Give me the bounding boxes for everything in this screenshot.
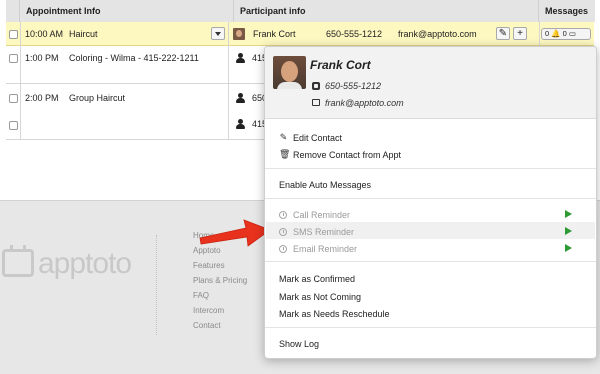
footer-link-plans[interactable]: Plans & Pricing <box>193 276 247 285</box>
person-icon <box>236 93 245 103</box>
menu-item-mark-needs-reschedule[interactable]: Mark as Needs Reschedule <box>279 309 390 319</box>
person-icon <box>236 53 245 63</box>
calendar-logo-icon <box>2 245 34 277</box>
person-icon <box>236 119 245 129</box>
menu-item-enable-auto-messages[interactable]: Enable Auto Messages <box>279 180 371 190</box>
appointment-dropdown-button[interactable] <box>211 27 225 40</box>
messages-count-button[interactable]: 0 🔔 0 ▭ <box>541 28 591 40</box>
envelope-icon <box>312 99 320 106</box>
footer-link-contact[interactable]: Contact <box>193 321 221 330</box>
menu-divider <box>265 168 596 169</box>
phone-icon <box>312 82 320 90</box>
column-divider <box>228 22 229 140</box>
row-checkbox[interactable] <box>9 121 18 130</box>
header-messages: Messages <box>539 0 595 22</box>
clock-icon <box>279 211 287 219</box>
contact-name: Frank Cort <box>310 58 371 72</box>
column-divider <box>20 22 21 140</box>
contact-photo <box>273 56 306 89</box>
row-checkbox[interactable] <box>9 30 18 39</box>
appointment-title: Group Haircut <box>69 93 126 103</box>
red-arrow-annotation <box>199 219 271 247</box>
contact-action-popover: Frank Cort 650-555-1212 frank@apptoto.co… <box>264 46 597 359</box>
header-appointment-info: Appointment Info <box>20 0 234 22</box>
column-divider <box>539 22 540 46</box>
appointment-time: 10:00 AM <box>25 29 64 39</box>
participant-email: frank@apptoto.com <box>398 29 477 39</box>
menu-item-show-log[interactable]: Show Log <box>279 339 319 349</box>
footer-divider <box>156 235 157 335</box>
header-participant-info: Participant info <box>234 0 539 22</box>
participant-name[interactable]: Frank Cort <box>253 29 296 39</box>
table-row[interactable]: 10:00 AM Haircut Frank Cort 650-555-1212… <box>6 22 594 46</box>
menu-item-remove-contact[interactable]: Remove Contact from Appt <box>293 150 401 160</box>
participant-avatar <box>233 28 245 40</box>
footer-link-intercom[interactable]: Intercom <box>193 306 224 315</box>
footer-link-features[interactable]: Features <box>193 261 225 270</box>
play-icon[interactable] <box>565 210 572 218</box>
play-icon[interactable] <box>565 244 572 252</box>
add-participant-button[interactable]: + <box>513 27 527 40</box>
row-checkbox[interactable] <box>9 94 18 103</box>
appointment-time: 2:00 PM <box>25 93 59 103</box>
menu-item-sms-reminder[interactable]: SMS Reminder <box>293 227 354 237</box>
menu-divider <box>265 261 596 262</box>
appointment-title: Haircut <box>69 29 98 39</box>
pencil-icon: ✎ <box>279 132 288 142</box>
contact-phone: 650-555-1212 <box>325 81 382 91</box>
menu-item-edit-contact[interactable]: Edit Contact <box>293 133 342 143</box>
footer-link-faq[interactable]: FAQ <box>193 291 209 300</box>
menu-divider <box>265 327 596 328</box>
header-checkbox-col <box>6 0 20 22</box>
row-checkbox[interactable] <box>9 54 18 63</box>
clock-icon <box>279 245 287 253</box>
menu-item-email-reminder[interactable]: Email Reminder <box>293 244 357 254</box>
menu-item-mark-not-coming[interactable]: Mark as Not Coming <box>279 292 361 302</box>
contact-email: frank@apptoto.com <box>325 98 404 108</box>
menu-divider <box>265 198 596 199</box>
clock-icon <box>279 228 287 236</box>
trash-icon: 🗑 <box>279 149 291 159</box>
menu-item-mark-confirmed[interactable]: Mark as Confirmed <box>279 274 355 284</box>
menu-item-call-reminder[interactable]: Call Reminder <box>293 210 350 220</box>
participant-phone: 650-555-1212 <box>326 29 383 39</box>
pencil-icon[interactable]: ✎ <box>496 27 510 40</box>
play-icon[interactable] <box>565 227 572 235</box>
appointment-title: Coloring - Wilma - 415-222-1211 <box>69 53 199 63</box>
contact-card-header: Frank Cort 650-555-1212 frank@apptoto.co… <box>265 47 596 119</box>
apptoto-logo: apptoto <box>38 247 132 280</box>
appointment-time: 1:00 PM <box>25 53 59 63</box>
